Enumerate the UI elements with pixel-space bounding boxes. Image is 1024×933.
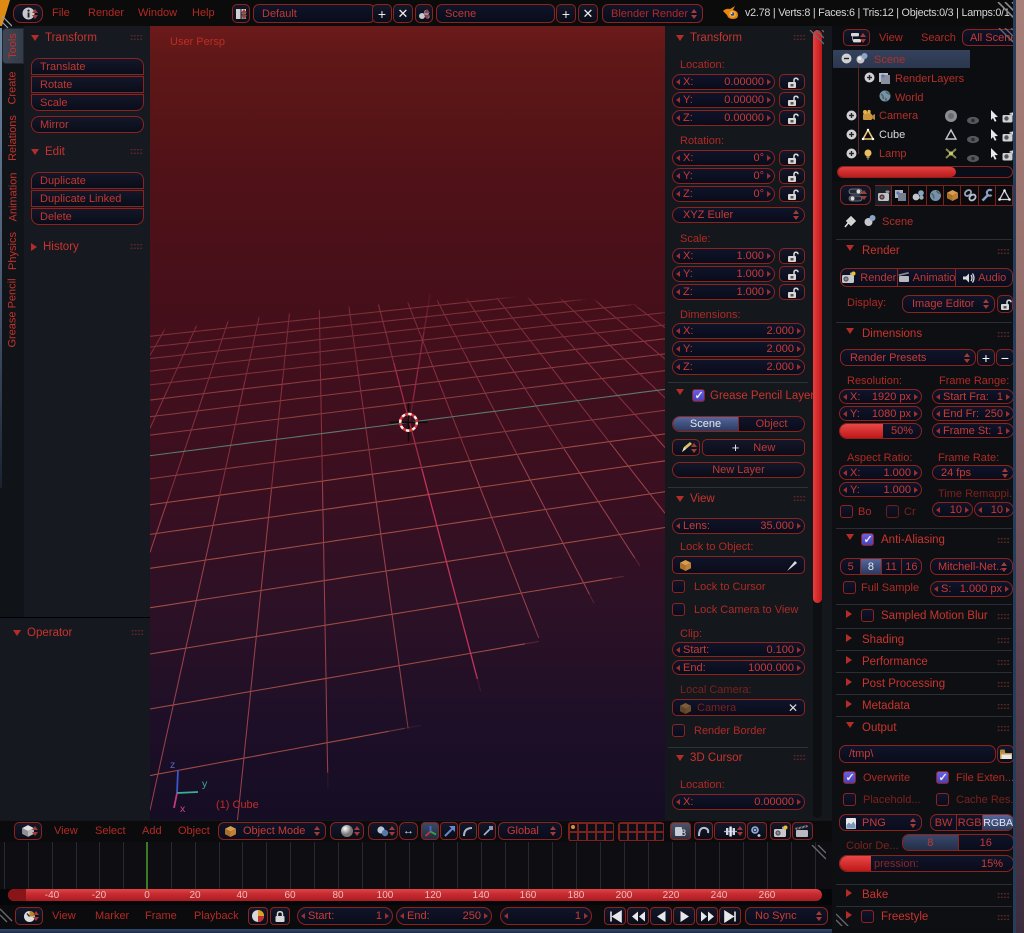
svg-text:8: 8: [681, 828, 686, 838]
svg-text:x: x: [180, 803, 186, 815]
svg-text:z: z: [170, 759, 175, 771]
svg-text:y: y: [202, 778, 208, 790]
